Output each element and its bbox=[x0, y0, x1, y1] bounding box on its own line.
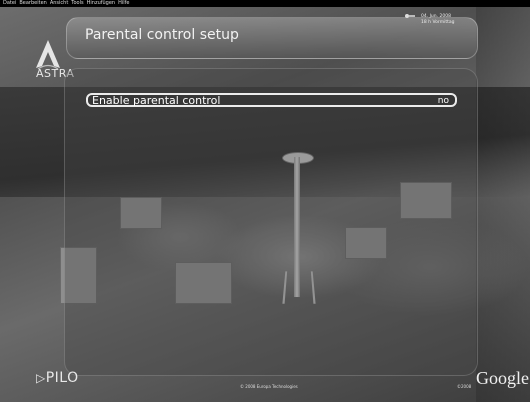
menu-item-view[interactable]: Ansicht bbox=[50, 0, 68, 7]
menu-item-add[interactable]: Hinzufügen bbox=[87, 0, 115, 7]
satellite-icon bbox=[405, 14, 415, 18]
play-icon: ▷ bbox=[36, 371, 46, 385]
pilot-text: PILO bbox=[45, 370, 79, 386]
menu-item-file[interactable]: Datei bbox=[3, 0, 16, 7]
option-label: Enable parental control bbox=[92, 94, 221, 107]
menu-bar: Datei Bearbeiten Ansicht Tools Hinzufüge… bbox=[0, 0, 530, 7]
menu-item-edit[interactable]: Bearbeiten bbox=[19, 0, 46, 7]
menu-item-tools[interactable]: Tools bbox=[71, 0, 83, 7]
map-attribution: © 2008 Europa Technologies bbox=[240, 384, 298, 389]
edge-shade bbox=[476, 7, 530, 402]
parental-control-toggle[interactable]: Enable parental control no bbox=[86, 93, 457, 107]
copyright-text: ©2008 bbox=[457, 384, 472, 389]
page-title: Parental control setup bbox=[85, 27, 239, 43]
option-value: no bbox=[437, 96, 449, 106]
settings-panel bbox=[64, 68, 478, 376]
status-time: 18 h Vormittag bbox=[421, 20, 455, 25]
google-watermark: Google bbox=[476, 368, 529, 388]
status-area: 04. Jun. 2008 18 h Vormittag bbox=[403, 10, 523, 34]
menu-item-help[interactable]: Hilfe bbox=[118, 0, 129, 7]
pilot-logo: ▷PILO bbox=[36, 370, 79, 386]
